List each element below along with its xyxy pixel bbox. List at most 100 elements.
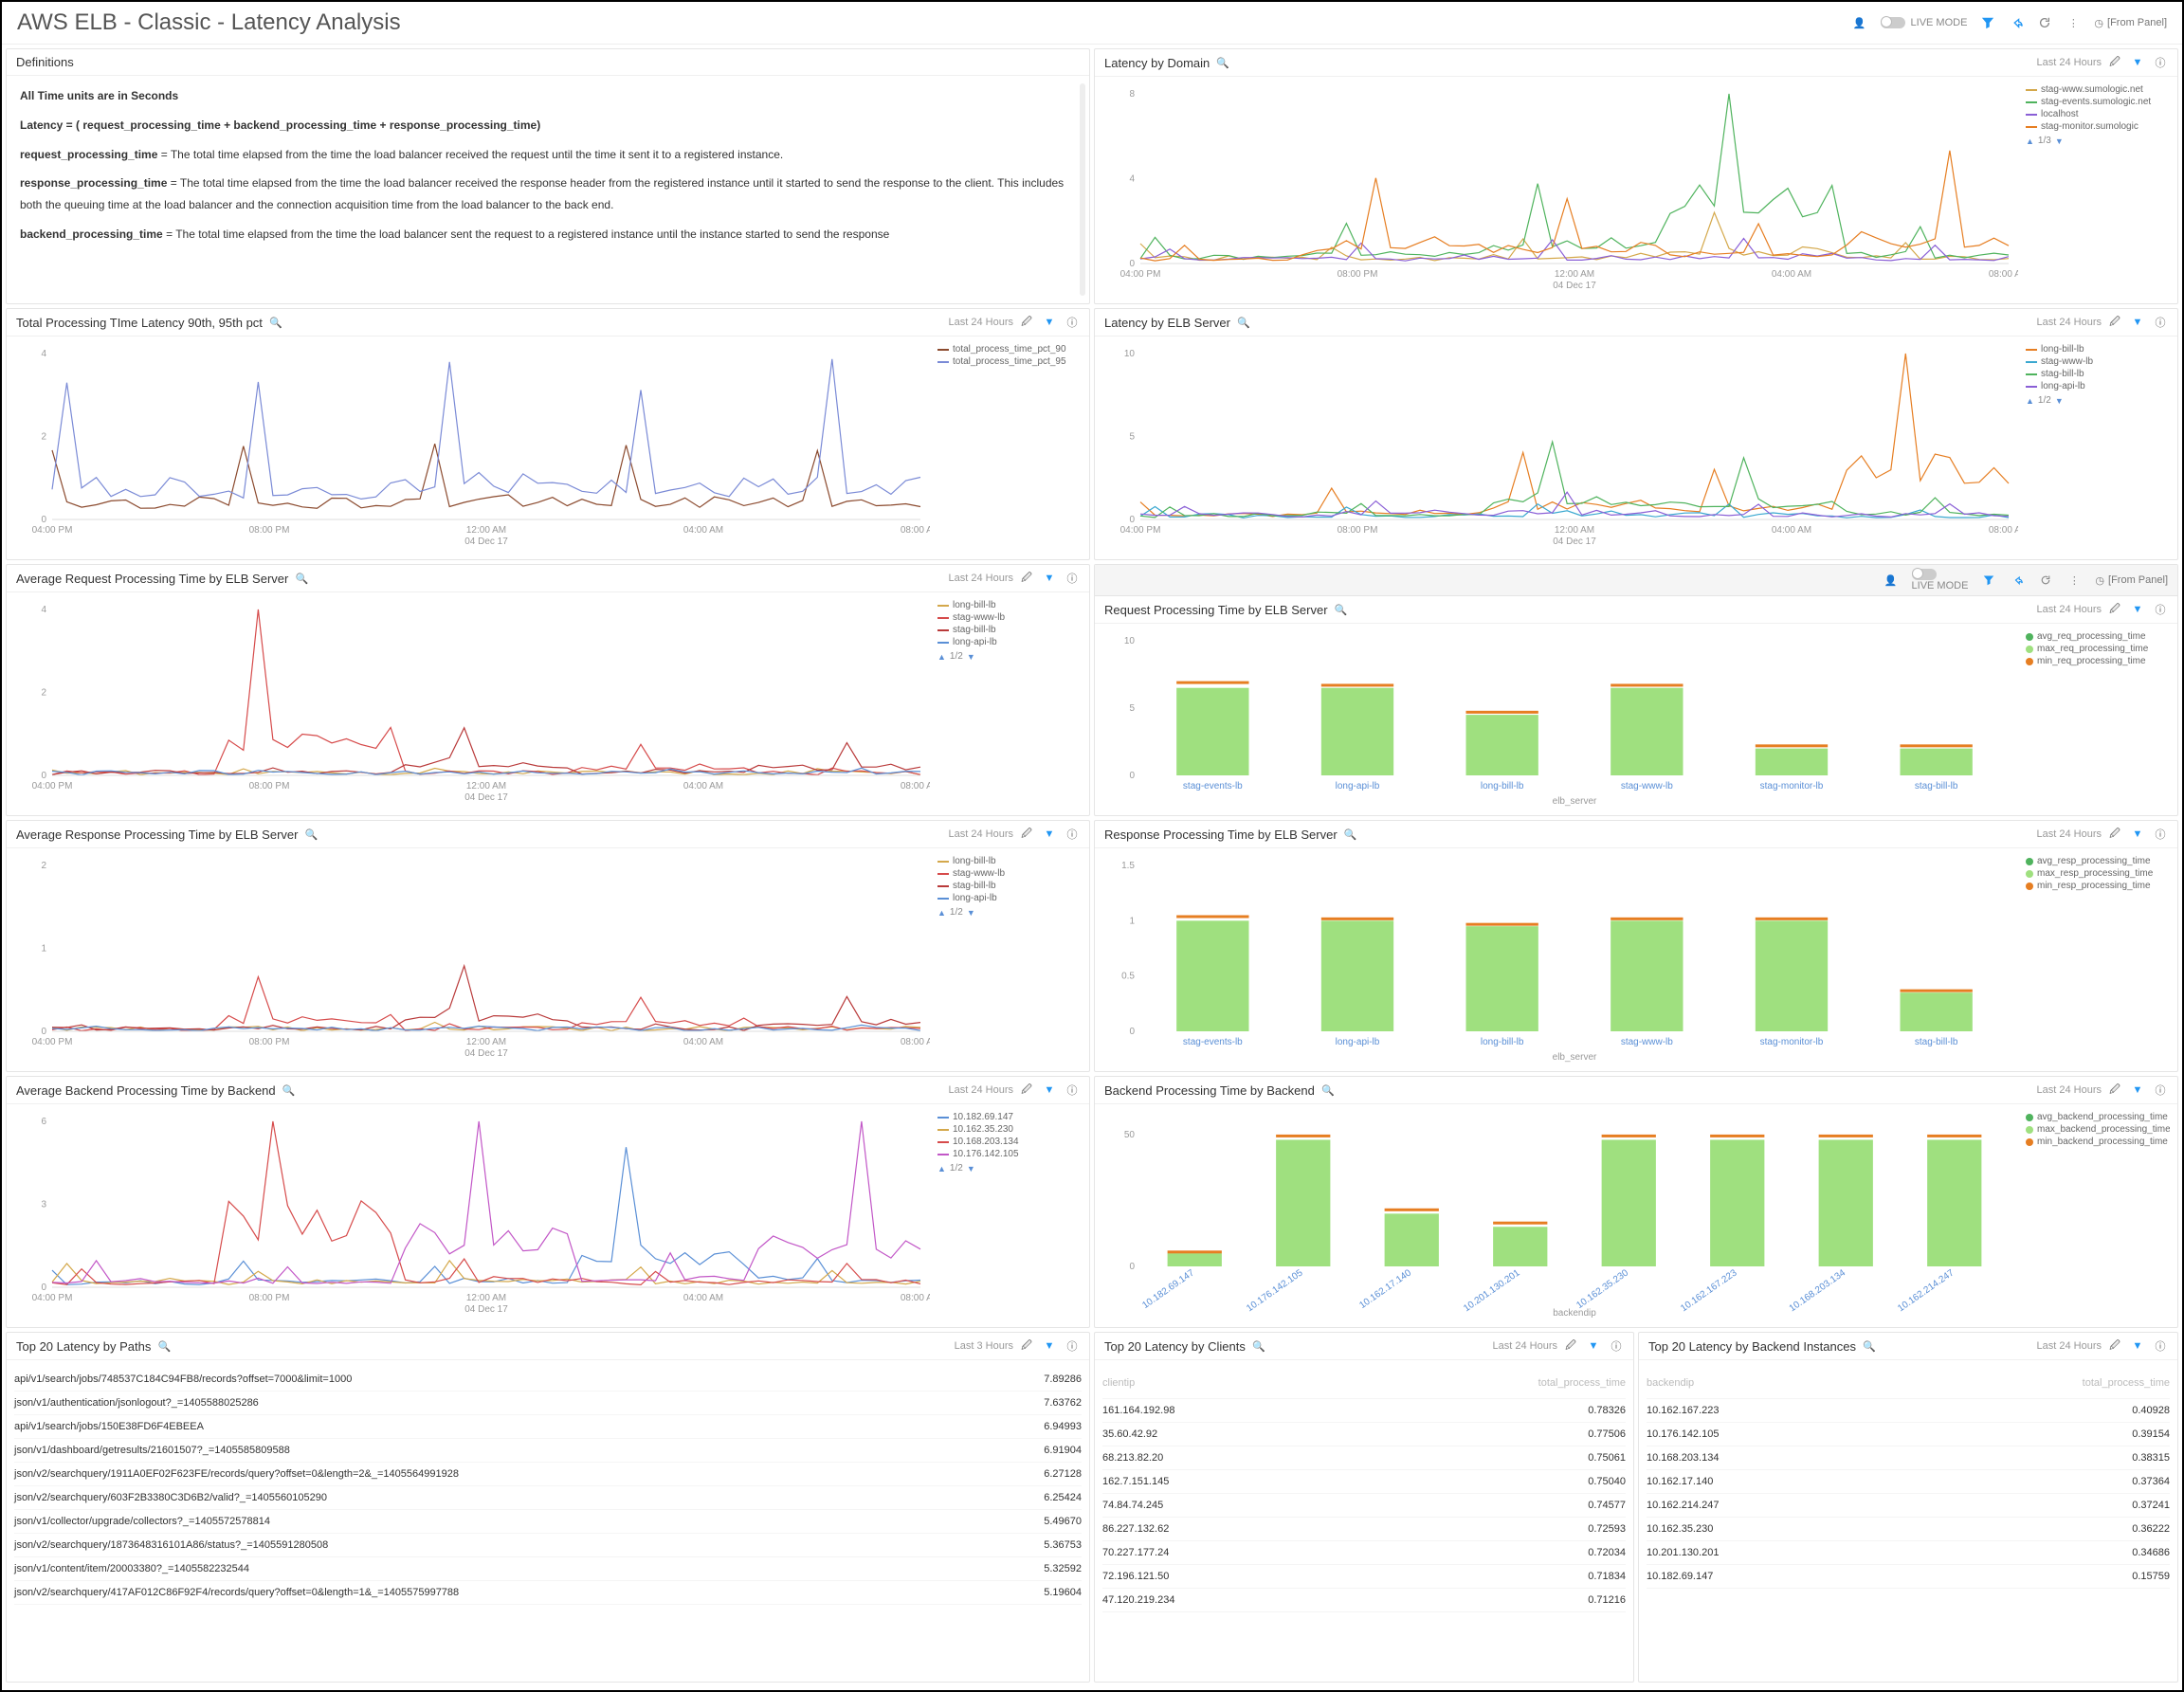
info-icon[interactable]: ⓘ (2153, 315, 2168, 330)
filter-icon[interactable]: ▼ (1042, 315, 1057, 330)
table-row[interactable]: json/v1/dashboard/getresults/21601507?_=… (14, 1439, 1082, 1463)
table-row[interactable]: 10.162.214.2470.37241 (1647, 1494, 2170, 1518)
legend-item[interactable]: avg_req_processing_time (2026, 631, 2170, 642)
user-icon[interactable]: 👤 (1852, 15, 1867, 30)
time-range[interactable]: Last 24 Hours (949, 1084, 1013, 1096)
table-row[interactable]: json/v2/searchquery/1911A0EF02F623FE/rec… (14, 1463, 1082, 1486)
magnify-icon[interactable]: 🔍 (303, 827, 318, 842)
info-icon[interactable]: ⓘ (2153, 55, 2168, 70)
legend-item[interactable]: long-api-lb (937, 893, 1082, 903)
table-row[interactable]: 70.227.177.240.72034 (1102, 1541, 1626, 1565)
magnify-icon[interactable]: 🔍 (1236, 315, 1251, 330)
table-row[interactable]: 161.164.192.980.78326 (1102, 1399, 1626, 1423)
live-mode-toggle[interactable]: LIVE MODE (1912, 569, 1969, 591)
legend-item[interactable]: avg_backend_processing_time (2026, 1112, 2170, 1122)
share-icon[interactable] (2009, 15, 2024, 30)
edit-icon[interactable]: 🖉 (1563, 1338, 1578, 1354)
refresh-icon[interactable] (2037, 15, 2052, 30)
legend-pager[interactable]: ▲ 1/3 ▼ (2026, 136, 2170, 146)
legend-item[interactable]: 10.176.142.105 (937, 1149, 1082, 1159)
filter-icon[interactable]: ▼ (1586, 1338, 1601, 1354)
legend-item[interactable]: 10.162.35.230 (937, 1124, 1082, 1135)
magnify-icon[interactable]: 🔍 (1251, 1338, 1266, 1354)
table-row[interactable]: 10.182.69.1470.15759 (1647, 1565, 2170, 1589)
magnify-icon[interactable]: 🔍 (1343, 827, 1358, 842)
table-row[interactable]: 86.227.132.620.72593 (1102, 1518, 1626, 1541)
legend-item[interactable]: stag-www.sumologic.net (2026, 84, 2170, 95)
time-range[interactable]: Last 24 Hours (2037, 1340, 2102, 1352)
legend-item[interactable]: stag-events.sumologic.net (2026, 97, 2170, 107)
legend-pager[interactable]: ▲ 1/2 ▼ (2026, 395, 2170, 406)
legend-item[interactable]: min_req_processing_time (2026, 656, 2170, 666)
table-row[interactable]: 10.162.17.1400.37364 (1647, 1470, 2170, 1494)
legend-item[interactable]: stag-bill-lb (937, 881, 1082, 891)
chart-avg-req[interactable]: 02404:00 PM08:00 PM12:00 AM04 Dec 1704:0… (14, 600, 930, 808)
time-range[interactable]: Last 24 Hours (1493, 1340, 1557, 1352)
magnify-icon[interactable]: 🔍 (1862, 1338, 1877, 1354)
info-icon[interactable]: ⓘ (1065, 1338, 1080, 1354)
edit-icon[interactable]: 🖉 (2107, 1083, 2122, 1098)
filter-icon[interactable]: ▼ (1042, 571, 1057, 586)
filter-icon[interactable] (1981, 573, 1996, 588)
table-row[interactable]: 10.168.203.1340.38315 (1647, 1446, 2170, 1470)
edit-icon[interactable]: 🖉 (1019, 827, 1034, 842)
edit-icon[interactable]: 🖉 (2107, 315, 2122, 330)
edit-icon[interactable]: 🖉 (1019, 315, 1034, 330)
edit-icon[interactable]: 🖉 (2107, 827, 2122, 842)
legend-item[interactable]: stag-monitor.sumologic (2026, 121, 2170, 132)
info-icon[interactable]: ⓘ (2153, 1338, 2168, 1354)
info-icon[interactable]: ⓘ (1065, 827, 1080, 842)
time-range[interactable]: Last 24 Hours (949, 573, 1013, 584)
filter-icon[interactable]: ▼ (1042, 827, 1057, 842)
time-range[interactable]: Last 24 Hours (2037, 604, 2102, 615)
info-icon[interactable]: ⓘ (2153, 602, 2168, 617)
table-row[interactable]: json/v2/searchquery/603F2B3380C3D6B2/val… (14, 1486, 1082, 1510)
info-icon[interactable]: ⓘ (2153, 1083, 2168, 1098)
legend-item[interactable]: min_backend_processing_time (2026, 1137, 2170, 1147)
legend-item[interactable]: long-bill-lb (937, 856, 1082, 866)
table-row[interactable]: api/v1/search/jobs/150E38FD6F4EBEEA6.949… (14, 1415, 1082, 1439)
table-row[interactable]: json/v2/searchquery/1873648316101A86/sta… (14, 1534, 1082, 1557)
legend-item[interactable]: long-api-lb (2026, 381, 2170, 391)
table-row[interactable]: 10.162.167.2230.40928 (1647, 1399, 2170, 1423)
filter-icon[interactable]: ▼ (2130, 55, 2145, 70)
legend-item[interactable]: 10.182.69.147 (937, 1112, 1082, 1122)
legend-item[interactable]: max_req_processing_time (2026, 644, 2170, 654)
table-row[interactable]: 10.201.130.2010.34686 (1647, 1541, 2170, 1565)
legend-item[interactable]: stag-www-lb (937, 612, 1082, 623)
info-icon[interactable]: ⓘ (1609, 1338, 1624, 1354)
chart-avg-resp[interactable]: 01204:00 PM08:00 PM12:00 AM04 Dec 1704:0… (14, 856, 930, 1064)
time-range[interactable]: Last 3 Hours (955, 1340, 1013, 1352)
user-icon[interactable]: 👤 (1884, 573, 1899, 588)
legend-item[interactable]: stag-bill-lb (2026, 369, 2170, 379)
filter-icon[interactable]: ▼ (2130, 827, 2145, 842)
legend-item[interactable]: max_resp_processing_time (2026, 868, 2170, 879)
edit-icon[interactable]: 🖉 (1019, 1338, 1034, 1354)
table-row[interactable]: 74.84.74.2450.74577 (1102, 1494, 1626, 1518)
info-icon[interactable]: ⓘ (1065, 571, 1080, 586)
from-panel-source[interactable]: ◷[From Panel] (2095, 574, 2168, 587)
legend-item[interactable]: long-bill-lb (937, 600, 1082, 610)
scrollbar[interactable] (1080, 83, 1085, 296)
magnify-icon[interactable]: 🔍 (1320, 1083, 1336, 1098)
table-row[interactable]: json/v2/searchquery/417AF012C86F92F4/rec… (14, 1581, 1082, 1605)
time-range[interactable]: Last 24 Hours (2037, 317, 2102, 328)
table-row[interactable]: 47.120.219.2340.71216 (1102, 1589, 1626, 1612)
filter-icon[interactable]: ▼ (2130, 315, 2145, 330)
table-row[interactable]: 35.60.42.920.77506 (1102, 1423, 1626, 1446)
legend-item[interactable]: stag-www-lb (2026, 356, 2170, 367)
edit-icon[interactable]: 🖉 (2107, 1338, 2122, 1354)
filter-icon[interactable] (1980, 15, 1995, 30)
legend-pager[interactable]: ▲ 1/2 ▼ (937, 651, 1082, 662)
legend-item[interactable]: min_resp_processing_time (2026, 881, 2170, 891)
kebab-menu-icon[interactable]: ⋮ (2066, 573, 2082, 588)
edit-icon[interactable]: 🖉 (1019, 571, 1034, 586)
edit-icon[interactable]: 🖉 (2107, 602, 2122, 617)
chart-req-proc-bars[interactable]: 0510stag-events-lblong-api-lblong-bill-l… (1102, 631, 2018, 808)
table-row[interactable]: json/v1/collector/upgrade/collectors?_=1… (14, 1510, 1082, 1534)
live-mode-toggle[interactable]: LIVE MODE (1881, 17, 1968, 28)
chart-back-proc-bars[interactable]: 05010.182.69.14710.176.142.10510.162.17.… (1102, 1112, 2018, 1319)
table-row[interactable]: 72.196.121.500.71834 (1102, 1565, 1626, 1589)
table-row[interactable]: api/v1/search/jobs/748537C184C94FB8/reco… (14, 1368, 1082, 1392)
table-row[interactable]: 68.213.82.200.75061 (1102, 1446, 1626, 1470)
